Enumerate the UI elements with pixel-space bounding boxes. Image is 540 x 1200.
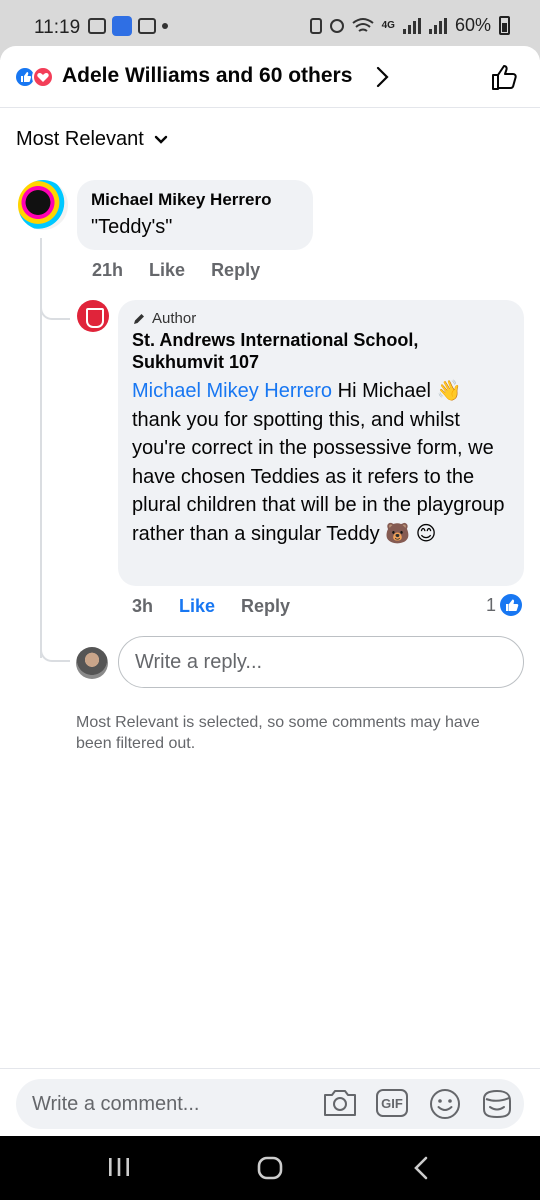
thread-connector [40, 296, 70, 320]
battery-percent: 60% [454, 15, 491, 35]
reply-body: Hi Michael 👋 thank you for spotting this… [132, 380, 505, 545]
like-count: 1 [486, 594, 497, 615]
notification-icons [88, 16, 168, 36]
reactors-summary[interactable]: Adele Williams and 60 others [62, 64, 352, 88]
sort-dropdown[interactable]: Most Relevant [16, 128, 168, 151]
comment-composer: Write a comment... GIF [0, 1068, 540, 1136]
avatar[interactable] [18, 180, 68, 230]
author-badge-label: Author [152, 310, 197, 327]
more-notifications-icon [162, 23, 168, 29]
comment-time[interactable]: 21h [92, 260, 123, 281]
nfc-icon [309, 17, 322, 34]
back-icon[interactable] [410, 1154, 432, 1182]
reply-time[interactable]: 3h [132, 596, 153, 617]
mute-icon [329, 18, 344, 33]
gif-label: GIF [381, 1095, 403, 1111]
filter-note: Most Relevant is selected, so some comme… [76, 714, 480, 752]
video-icon [138, 18, 156, 34]
network-type: 4G [381, 20, 395, 31]
like-button[interactable]: Like [149, 260, 185, 281]
battery-icon [499, 16, 510, 35]
chevron-down-icon [154, 135, 168, 144]
gallery-icon [88, 18, 106, 34]
comment-author[interactable]: Michael Mikey Herrero [91, 190, 299, 210]
gif-icon[interactable]: GIF [376, 1089, 408, 1117]
reply-button[interactable]: Reply [241, 596, 290, 617]
sticker-icon[interactable] [480, 1087, 514, 1121]
thread-connector [40, 636, 70, 662]
reply-like-count[interactable]: 1 [486, 594, 523, 616]
reply-actions: 3h Like Reply [132, 596, 290, 617]
wifi-icon [352, 17, 374, 32]
comment-text: "Teddy's" [91, 216, 173, 238]
app-notification-icon [112, 16, 132, 36]
like-icon[interactable] [490, 62, 520, 92]
home-icon[interactable] [256, 1154, 284, 1182]
love-reaction-icon [32, 66, 54, 88]
reply-input-placeholder: Write a reply... [135, 650, 263, 673]
comment-input-placeholder: Write a comment... [32, 1092, 200, 1115]
signal-icon [402, 17, 421, 34]
reply-button[interactable]: Reply [211, 260, 260, 281]
author-badge: Author [132, 310, 510, 327]
chevron-right-icon[interactable] [376, 66, 390, 88]
navigation-bar [0, 1136, 540, 1200]
comment-bubble: Michael Mikey Herrero "Teddy's" [77, 180, 313, 250]
system-icons: 4G 60% [309, 15, 510, 36]
like-reaction-icon [500, 594, 523, 616]
emoji-icon[interactable] [428, 1087, 462, 1121]
reaction-icons [14, 66, 58, 88]
reactions-header[interactable]: Adele Williams and 60 others [0, 46, 540, 108]
signal-icon-2 [428, 17, 447, 34]
mention-link[interactable]: Michael Mikey Herrero [132, 380, 332, 402]
reply-author[interactable]: St. Andrews International School, Sukhum… [132, 329, 510, 373]
sort-label: Most Relevant [16, 128, 144, 150]
comment-actions: 21h Like Reply [92, 260, 260, 281]
status-time: 11:19 [34, 17, 81, 38]
school-avatar[interactable] [77, 300, 109, 332]
reply-text: Michael Mikey Herrero Hi Michael 👋 thank… [132, 377, 510, 548]
pencil-icon [134, 313, 144, 324]
reply-bubble: Author St. Andrews International School,… [118, 300, 524, 586]
comments-sheet: Adele Williams and 60 others Most Releva… [0, 46, 540, 1136]
camera-icon[interactable] [322, 1087, 358, 1119]
user-avatar [76, 647, 108, 679]
reply-input[interactable]: Write a reply... [118, 636, 524, 688]
recent-apps-icon[interactable] [106, 1154, 132, 1180]
like-button[interactable]: Like [179, 596, 215, 617]
